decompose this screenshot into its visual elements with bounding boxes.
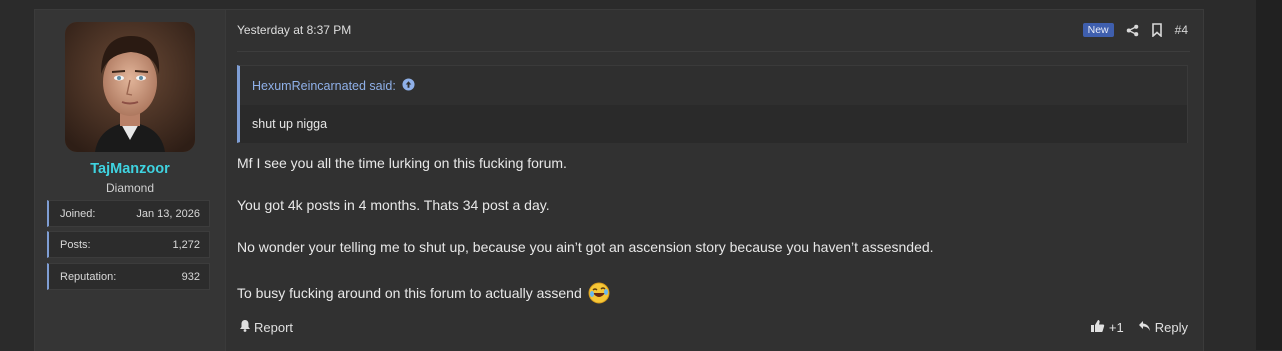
quote-block: HexumReincarnated said: shut up nigga <box>237 65 1188 143</box>
message-paragraph: To busy fucking around on this forum to … <box>237 285 582 302</box>
report-label: Report <box>254 319 294 335</box>
stat-reputation: Reputation: 932 <box>47 263 210 290</box>
new-badge: New <box>1082 23 1114 37</box>
stat-joined: Joined: Jan 13, 2026 <box>47 200 210 227</box>
avatar[interactable] <box>65 22 195 152</box>
message-paragraph: Mf I see you all the time lurking on thi… <box>237 155 567 171</box>
stat-label: Posts: <box>60 239 91 251</box>
message-paragraph: No wonder your telling me to shut up, be… <box>237 239 934 255</box>
stat-label: Joined: <box>60 208 96 220</box>
post-main: Yesterday at 8:37 PM New #4 HexumReincar… <box>225 10 1202 351</box>
avatar-image <box>65 22 195 152</box>
message-paragraph-last: To busy fucking around on this forum to … <box>237 282 610 307</box>
stat-value: 1,272 <box>172 239 200 251</box>
report-button[interactable]: Report <box>239 319 293 335</box>
like-button[interactable]: +1 <box>1090 319 1124 336</box>
laughing-emoji-icon <box>588 282 610 307</box>
stat-value: 932 <box>181 271 200 283</box>
quote-author[interactable]: HexumReincarnated said: <box>252 79 396 93</box>
header-divider <box>237 51 1190 52</box>
message-paragraph: You got 4k posts in 4 months. Thats 34 p… <box>237 197 550 213</box>
reaction-count[interactable]: +1 <box>1109 320 1124 335</box>
reply-arrow-icon <box>1138 320 1151 335</box>
bookmark-icon[interactable] <box>1151 23 1163 37</box>
user-sidebar: TajManzoor Diamond Joined: Jan 13, 2026 … <box>35 10 226 351</box>
forum-post: TajManzoor Diamond Joined: Jan 13, 2026 … <box>34 9 1204 351</box>
reply-label: Reply <box>1154 320 1188 335</box>
post-footer-actions: +1 Reply <box>1090 319 1188 336</box>
arrow-up-circle-icon[interactable] <box>402 77 415 94</box>
post-date[interactable]: Yesterday at 8:37 PM <box>237 23 351 37</box>
quote-header: HexumReincarnated said: <box>240 66 1187 105</box>
page-gutter <box>1256 0 1282 350</box>
thumbs-up-icon <box>1090 319 1105 336</box>
quote-text: shut up nigga <box>240 105 1187 143</box>
stat-posts: Posts: 1,272 <box>47 231 210 258</box>
share-icon[interactable] <box>1126 24 1139 37</box>
stat-label: Reputation: <box>60 271 117 283</box>
post-number[interactable]: #4 <box>1175 23 1188 37</box>
post-actions: New #4 <box>1082 21 1188 39</box>
stat-value: Jan 13, 2026 <box>136 208 200 220</box>
username[interactable]: TajManzoor <box>35 161 225 177</box>
reply-button[interactable]: Reply <box>1138 320 1188 335</box>
bell-icon <box>239 319 251 335</box>
user-title: Diamond <box>105 181 155 195</box>
